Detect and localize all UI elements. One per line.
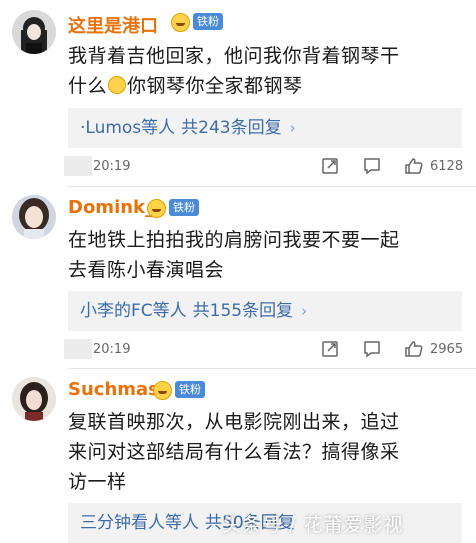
comment-text-line: 访一样: [68, 471, 127, 493]
username[interactable]: Suchmas: [68, 379, 159, 400]
like-icon[interactable]: [404, 156, 424, 180]
comment-icon[interactable]: [362, 156, 382, 180]
share-icon[interactable]: [320, 339, 340, 363]
member-emoji-icon: [171, 13, 190, 32]
reply-count: 共155条回复: [192, 301, 294, 321]
fan-badge: 铁粉: [193, 13, 223, 30]
comment-icon[interactable]: [362, 339, 382, 363]
avatar[interactable]: [12, 377, 56, 421]
comment-text-segment: 你钢琴你全家都钢琴: [127, 75, 303, 97]
like-icon[interactable]: [404, 339, 424, 363]
comment-text: 复联首映那次，从电影院刚出来，追过 来问对这部结局有什么看法？搞得像采 访一样: [68, 407, 463, 497]
comment-text: 在地铁上拍拍我的肩膀问我要不要一起 去看陈小春演唱会: [68, 225, 463, 285]
avatar[interactable]: [12, 195, 56, 239]
reply-count: 共243条回复: [181, 118, 282, 138]
username[interactable]: Domink_: [68, 197, 154, 218]
reply-users: 小李的FC等人: [80, 301, 187, 321]
smile-emoji-icon: [108, 76, 127, 94]
comment-meta: 20:19 2965: [0, 335, 476, 365]
like-count: 2965: [430, 342, 464, 357]
comment-text-line: 我背着吉他回家，他问我你背着钢琴干: [68, 45, 400, 67]
fan-badge: 铁粉: [175, 381, 205, 398]
like-count: 6128: [430, 159, 464, 174]
comment-text: 我背着吉他回家，他问我你背着钢琴干 什么 你钢琴你全家都钢琴: [68, 41, 463, 101]
comment-meta: 20:19 6128: [0, 152, 476, 182]
comment-item: Domink_ 铁粉 在地铁上拍拍我的肩膀问我要不要一起 去看陈小春演唱会 小李…: [0, 187, 476, 367]
fan-badge: 铁粉: [169, 199, 199, 216]
member-emoji-icon: [147, 199, 166, 218]
reply-users: 三分钟看人等人: [80, 513, 199, 533]
comment-item: 这里是港口 铁粉 我背着吉他回家，他问我你背着钢琴干 什么 你钢琴你全家都钢琴 ·…: [0, 0, 476, 185]
timestamp: 20:19: [93, 342, 131, 357]
avatar[interactable]: [12, 10, 56, 54]
comment-text-segment: 什么: [68, 75, 108, 97]
comment-text-line: 来问对这部结局有什么看法？搞得像采: [68, 441, 400, 463]
watermark: 头条号 / 花莆爱影视: [222, 514, 404, 536]
comment-text-line: 复联首映那次，从电影院刚出来，追过: [68, 411, 400, 433]
comment-text-line: 什么 你钢琴你全家都钢琴: [68, 71, 463, 101]
date-blur: [64, 339, 92, 359]
reply-summary[interactable]: ·Lumos等人 共243条回复 ›: [68, 108, 462, 148]
username[interactable]: 这里是港口: [68, 12, 158, 38]
chevron-right-icon: ›: [289, 119, 296, 137]
chevron-right-icon: ›: [301, 302, 308, 320]
comment-text-line: 去看陈小春演唱会: [68, 259, 225, 281]
reply-summary[interactable]: 小李的FC等人 共155条回复 ›: [68, 291, 462, 331]
share-icon[interactable]: [320, 156, 340, 180]
comment-text-line: 在地铁上拍拍我的肩膀问我要不要一起: [68, 229, 400, 251]
date-blur: [64, 156, 92, 176]
reply-users: ·Lumos等人: [80, 118, 176, 138]
timestamp: 20:19: [93, 159, 131, 174]
member-emoji-icon: [153, 381, 172, 400]
